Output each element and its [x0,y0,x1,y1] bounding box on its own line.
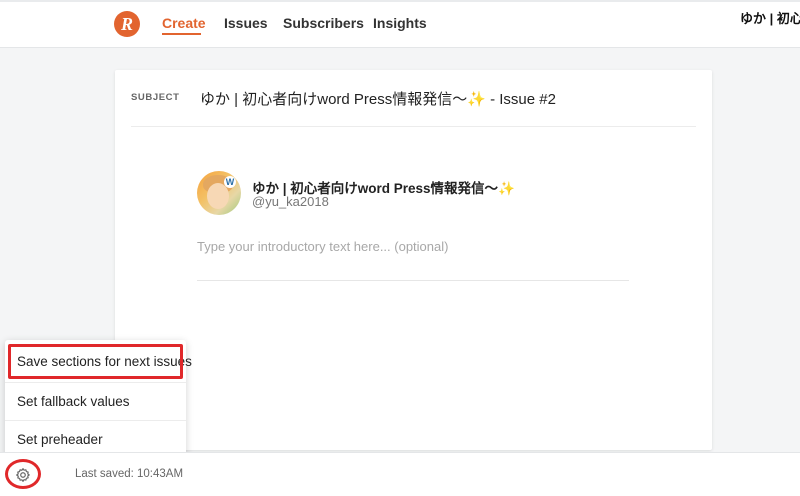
intro-text-input[interactable] [197,235,629,257]
bottom-bar: Last saved: 10:43AM [0,452,800,496]
revue-logo[interactable]: R [114,11,140,37]
nav-subscribers[interactable]: Subscribers [283,15,364,31]
subject-divider [131,126,696,127]
nav-insights[interactable]: Insights [373,15,427,31]
nav-create[interactable]: Create [162,15,206,31]
nav-active-indicator [162,33,201,35]
account-name[interactable]: ゆか | 初心者 [740,8,800,27]
last-saved-status: Last saved: 10:43AM [75,468,184,480]
profile-avatar: W [197,171,241,215]
intro-divider [197,280,629,281]
profile-handle: @yu_ka2018 [252,194,329,209]
logo-letter: R [120,14,133,34]
menu-set-fallback-values[interactable]: Set fallback values [5,382,186,420]
top-edge [0,0,800,2]
gear-icon[interactable] [15,467,31,483]
subject-label: SUBJECT [131,92,180,103]
wordpress-badge-icon: W [224,176,236,188]
highlight-annotation [8,344,183,379]
issue-editor-card: SUBJECT ゆか | 初心者向けword Press情報発信〜✨ - Iss… [115,70,712,450]
top-navigation: R Create Issues Subscribers Insights ゆか … [0,0,800,48]
subject-field[interactable]: ゆか | 初心者向けword Press情報発信〜✨ - Issue #2 [200,88,556,109]
settings-menu: Save sections for next issues Set fallba… [5,340,192,458]
nav-issues[interactable]: Issues [224,15,268,31]
